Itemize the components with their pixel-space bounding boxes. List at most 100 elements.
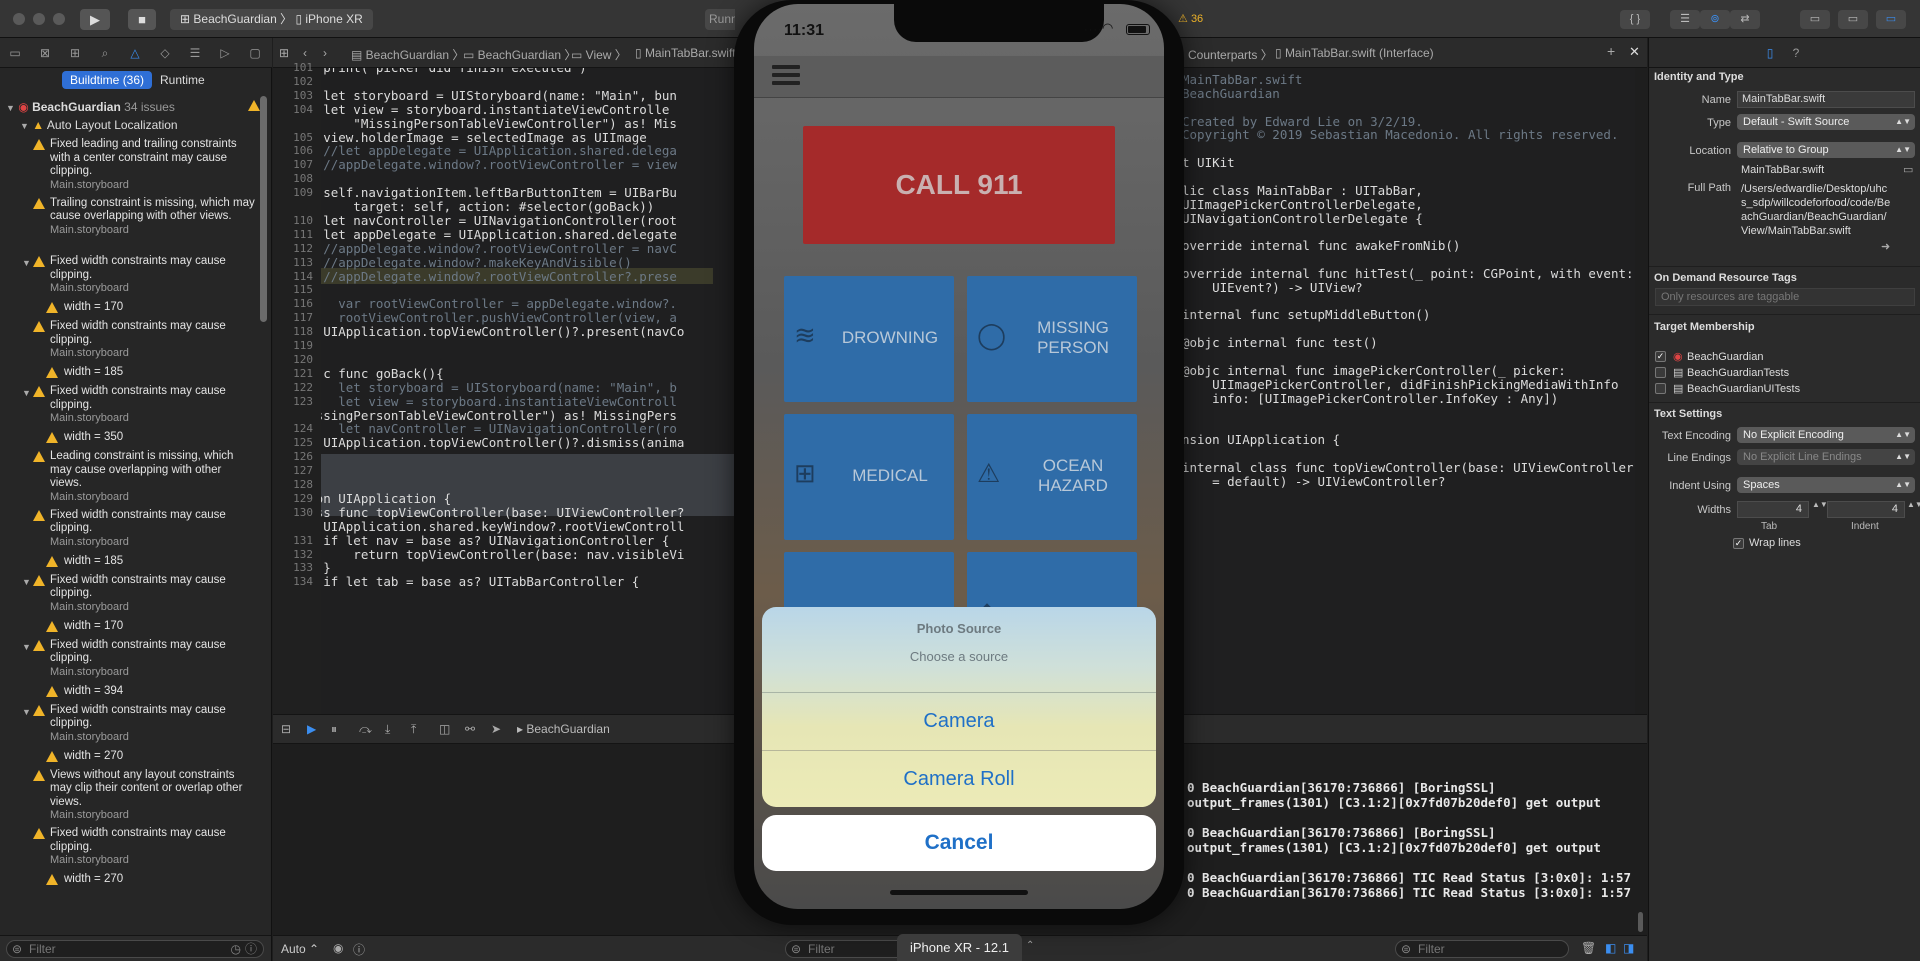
endings-popup[interactable]: No Explicit Line Endings ▲▼ xyxy=(1737,449,1915,465)
issue-row[interactable]: Fixed width constraints may cause clippi… xyxy=(0,509,260,550)
disclosure-icon[interactable]: ▼ xyxy=(22,257,31,271)
console-filter-input[interactable]: ⊜ Filter xyxy=(1395,940,1569,958)
debug-icon[interactable]: ☰ xyxy=(188,46,202,60)
step-into-icon[interactable]: ⤓ xyxy=(385,722,390,737)
toggle-navigator-button[interactable]: ▭ xyxy=(1800,10,1830,29)
breadcrumb-project[interactable]: ▤ BeachGuardian 〉 xyxy=(351,46,464,63)
eye-icon[interactable]: ◉ xyxy=(333,941,343,955)
type-popup[interactable]: Default - Swift Source ▲▼ xyxy=(1737,114,1915,130)
issue-row[interactable]: Fixed width constraints may cause clippi… xyxy=(0,320,260,361)
toggle-debug-button[interactable]: ▭ xyxy=(1838,10,1868,29)
issue-row[interactable]: Fixed leading and trailing constraints w… xyxy=(0,138,260,193)
camera-option[interactable]: Camera xyxy=(762,693,1156,750)
location-popup[interactable]: Relative to Group ▲▼ xyxy=(1737,142,1915,158)
toggle-inspector-button[interactable]: ▭ xyxy=(1876,10,1906,29)
issue-row[interactable]: Views without any layout constraints may… xyxy=(0,769,260,824)
issue-detail-row[interactable]: width = 170 xyxy=(0,300,260,316)
location-icon[interactable]: ➤ xyxy=(491,722,501,736)
debug-scheme[interactable]: ▸ BeachGuardian xyxy=(517,722,610,736)
interface-file-crumb[interactable]: ▯ MainTabBar.swift (Interface) xyxy=(1275,46,1434,60)
issue-detail-row[interactable]: width = 185 xyxy=(0,365,260,381)
issue-row[interactable]: ▼ Fixed width constraints may cause clipp… xyxy=(0,574,260,615)
zoom-window-button[interactable] xyxy=(53,13,65,25)
grid-icon[interactable]: ⊞ xyxy=(279,46,289,60)
navigator-scrollbar[interactable] xyxy=(260,96,267,322)
close-editor-icon[interactable]: ✕ xyxy=(1629,44,1640,60)
issue-detail-row[interactable]: width = 394 xyxy=(0,684,260,700)
split-right-icon[interactable]: ◨ xyxy=(1623,941,1634,955)
breakpoint-icon[interactable]: ▷ xyxy=(218,46,232,60)
assistant-editor-button[interactable]: ⊚ xyxy=(1700,10,1730,29)
issue-detail-row[interactable]: width = 185 xyxy=(0,554,260,570)
buildtime-tab[interactable]: Buildtime (36) xyxy=(62,71,153,89)
clock-icon[interactable]: ◷ xyxy=(231,941,241,957)
emergency-tile[interactable]: ⚠ OCEAN HAZARD xyxy=(967,414,1137,540)
source-control-icon[interactable]: ⊠ xyxy=(38,46,52,60)
scheme-selector[interactable]: ⊞ BeachGuardian 〉 ▯ iPhone XR xyxy=(170,9,373,30)
pause-icon[interactable]: ⏸ xyxy=(331,722,337,737)
breadcrumb-file[interactable]: ▯ MainTabBar.swift xyxy=(635,46,736,60)
emergency-tile[interactable]: ⊞ MEDICAL xyxy=(784,414,954,540)
wrap-lines-checkbox[interactable]: ✓ xyxy=(1733,538,1744,549)
folder-icon[interactable]: ▭ xyxy=(8,46,22,60)
issue-row[interactable]: ▼ Fixed width constraints may cause clipp… xyxy=(0,255,260,296)
add-editor-icon[interactable]: + xyxy=(1607,43,1615,59)
disclosure-icon[interactable]: ▼ xyxy=(22,706,31,720)
hide-debug-icon[interactable]: ⊟ xyxy=(281,722,291,736)
folder-icon[interactable]: ▭ xyxy=(1903,163,1913,176)
standard-editor-button[interactable]: ☰ xyxy=(1670,10,1700,29)
issue-row[interactable]: Fixed width constraints may cause clippi… xyxy=(0,827,260,868)
issue-detail-row[interactable]: width = 270 xyxy=(0,749,260,765)
encoding-popup[interactable]: No Explicit Encoding ▲▼ xyxy=(1737,427,1915,443)
warning-count-badge[interactable]: ⚠ 36 xyxy=(1178,12,1203,25)
target-checkbox[interactable] xyxy=(1655,367,1666,378)
issue-detail-row[interactable]: width = 350 xyxy=(0,430,260,446)
symbol-icon[interactable]: ⊞ xyxy=(68,46,82,60)
hamburger-menu-button[interactable] xyxy=(772,62,800,88)
forward-icon[interactable]: › xyxy=(323,46,327,60)
counterparts-crumb[interactable]: Counterparts 〉 xyxy=(1188,46,1273,63)
reveal-icon[interactable]: ➜ xyxy=(1881,240,1890,253)
target-row[interactable]: ▤ BeachGuardianTests xyxy=(1655,366,1915,381)
tab-stepper[interactable]: ▲▼ xyxy=(1812,500,1828,509)
name-field[interactable]: MainTabBar.swift xyxy=(1737,91,1915,108)
breakpoints-toggle-icon[interactable]: ▶ xyxy=(307,722,316,736)
issue-detail-row[interactable]: width = 270 xyxy=(0,872,260,888)
view-debugger-icon[interactable]: ◫ xyxy=(439,722,450,736)
project-row[interactable]: ▼ ◉ BeachGuardian 34 issues xyxy=(6,100,175,114)
console-scrollbar[interactable] xyxy=(1638,912,1643,932)
target-checkbox[interactable]: ✓ xyxy=(1655,351,1666,362)
disclosure-icon[interactable]: ▼ xyxy=(22,641,31,655)
info-icon[interactable]: ⓘ xyxy=(245,941,257,957)
simulator-rotate-icon[interactable]: ⌃ xyxy=(1026,940,1034,951)
tab-width-field[interactable]: 4 xyxy=(1737,501,1809,518)
emergency-tile[interactable]: ◯ MISSING PERSON xyxy=(967,276,1137,402)
issue-row[interactable]: ▼ Fixed width constraints may cause clipp… xyxy=(0,639,260,680)
split-left-icon[interactable]: ◧ xyxy=(1605,941,1616,955)
quick-help-icon[interactable]: ? xyxy=(1789,46,1803,60)
navigator-filter-input[interactable]: ⊜ Filter ◷ ⓘ xyxy=(6,940,264,958)
info-icon[interactable]: ⓘ xyxy=(353,941,365,958)
emergency-tile[interactable]: ≋ DROWNING xyxy=(784,276,954,402)
indent-stepper[interactable]: ▲▼ xyxy=(1907,500,1920,509)
call-911-button[interactable]: CALL 911 xyxy=(803,126,1115,244)
report-icon[interactable]: ▢ xyxy=(248,46,262,60)
test-icon[interactable]: ◇ xyxy=(158,46,172,60)
auto-selector[interactable]: Auto ⌃ xyxy=(281,942,319,956)
issue-row[interactable]: Trailing constraint is missing, which ma… xyxy=(0,197,260,252)
issue-row[interactable]: ▼ Fixed width constraints may cause clipp… xyxy=(0,385,260,426)
target-row[interactable]: ✓ ◉ BeachGuardian xyxy=(1655,350,1915,365)
runtime-tab[interactable]: Runtime xyxy=(152,71,213,89)
memory-graph-icon[interactable]: ⚯ xyxy=(465,722,475,736)
version-editor-button[interactable]: ⇄ xyxy=(1730,10,1760,29)
disclosure-icon[interactable]: ▼ xyxy=(22,387,31,401)
camera-roll-option[interactable]: Camera Roll xyxy=(762,751,1156,807)
issue-detail-row[interactable]: width = 170 xyxy=(0,619,260,635)
issue-navigator-icon[interactable]: △ xyxy=(128,46,142,60)
target-row[interactable]: ▤ BeachGuardianUITests xyxy=(1655,382,1915,397)
trash-icon[interactable]: 🗑 xyxy=(1581,941,1596,955)
odr-tags-field[interactable]: Only resources are taggable xyxy=(1655,288,1915,306)
stop-button[interactable]: ■ xyxy=(128,9,156,30)
minimize-window-button[interactable] xyxy=(33,13,45,25)
group-row[interactable]: ▼ ▲ Auto Layout Localization xyxy=(20,118,178,132)
